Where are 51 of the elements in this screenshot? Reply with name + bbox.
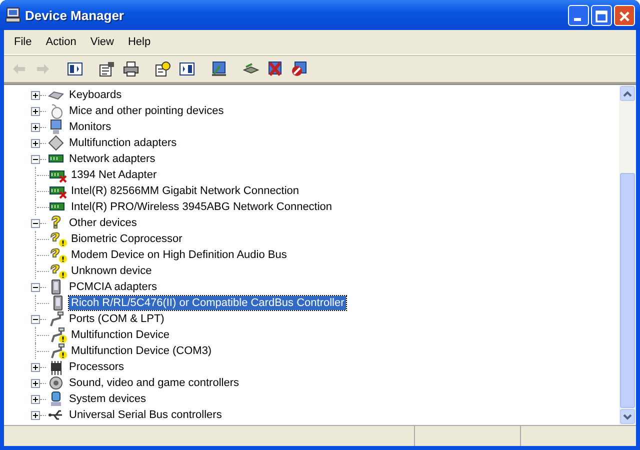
maximize-button[interactable] (591, 4, 612, 26)
tree-item[interactable]: Network adapters (67, 152, 158, 166)
tree-item[interactable]: Other devices (67, 216, 139, 230)
menu-item[interactable]: Help (122, 34, 159, 50)
scroll-up-button[interactable] (620, 86, 635, 101)
tree-item[interactable]: System devices (67, 392, 148, 406)
collapse-toggle[interactable] (31, 154, 40, 164)
scrollbar-thumb[interactable] (620, 173, 635, 408)
expand-toggle[interactable] (31, 106, 40, 116)
minimize-button[interactable] (568, 4, 589, 26)
expand-toggle[interactable] (31, 122, 40, 132)
chip-icon (48, 359, 64, 375)
tree-item[interactable]: PCMCIA adapters (67, 280, 160, 294)
expand-toggle[interactable] (31, 138, 40, 148)
tree-item[interactable]: Multifunction adapters (67, 136, 179, 150)
vertical-scrollbar[interactable] (619, 85, 636, 425)
tree-item[interactable]: Unknown device (69, 264, 154, 278)
tree-item[interactable]: Multifunction Device (COM3) (69, 344, 214, 358)
scroll-down-button[interactable] (620, 409, 635, 424)
tree-item[interactable]: Ricoh R/RL/5C476(II) or Compatible CardBus Controller (69, 296, 346, 310)
close-button[interactable] (614, 4, 635, 26)
expand-toggle[interactable] (31, 90, 40, 100)
speaker-icon (48, 375, 64, 391)
tree-item[interactable]: Sound, video and game controllers (67, 376, 241, 390)
menu-item[interactable]: View (84, 34, 122, 50)
tree-item[interactable]: Modem Device on High Definition Audio Bus (69, 248, 289, 262)
tree-item[interactable]: Mice and other pointing devices (67, 104, 226, 118)
tree-item[interactable]: Intel(R) PRO/Wireless 3945ABG Network Connection (69, 200, 334, 214)
tree-item[interactable]: Biometric Coprocessor (69, 232, 184, 246)
expand-toggle[interactable] (31, 410, 40, 420)
tree-item[interactable]: Ports (COM & LPT) (67, 312, 166, 326)
collapse-toggle[interactable] (31, 282, 40, 292)
collapse-toggle[interactable] (31, 314, 40, 324)
collapse-toggle[interactable] (31, 218, 40, 228)
minimize-icon (574, 18, 581, 20)
menu-item[interactable]: Action (40, 34, 84, 50)
tree-item[interactable]: Monitors (67, 120, 114, 134)
port-icon (48, 311, 64, 327)
expand-toggle[interactable] (31, 378, 40, 388)
diamond-icon (48, 135, 64, 151)
computer-icon (5, 7, 21, 23)
window-title: Device Manager (25, 8, 124, 22)
menu-item[interactable]: File (8, 34, 40, 50)
tree-item[interactable]: Universal Serial Bus controllers (67, 408, 224, 422)
expand-toggle[interactable] (31, 394, 40, 404)
tree-item[interactable]: Keyboards (67, 88, 124, 102)
monitor-icon (48, 119, 64, 135)
tree-item[interactable]: Processors (67, 360, 126, 374)
system-icon (48, 391, 64, 407)
expand-toggle[interactable] (31, 362, 40, 372)
tree-item[interactable]: Multifunction Device (69, 328, 172, 342)
